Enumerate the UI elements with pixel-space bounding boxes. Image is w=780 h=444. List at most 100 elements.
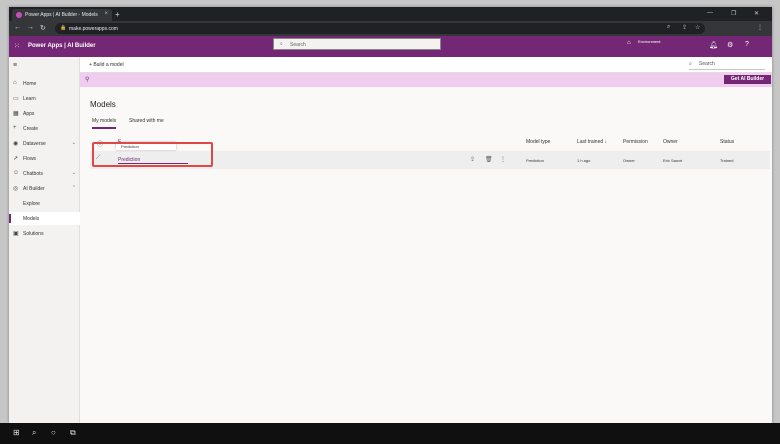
delete-icon[interactable]: 🗑︎ xyxy=(485,156,493,163)
home-icon: ⌂ xyxy=(13,80,17,86)
column-header-model-type[interactable]: Model type xyxy=(526,139,550,145)
cell-model-type: Prediction xyxy=(526,158,544,163)
build-model-label: Build a model xyxy=(93,62,124,68)
column-header-last-trained[interactable]: Last trained ↓ xyxy=(577,139,607,145)
book-icon: ▭ xyxy=(13,96,19,102)
nav-label: Create xyxy=(23,126,39,132)
nav-label: AI Builder xyxy=(23,186,45,192)
chevron-down-icon: ⌄ xyxy=(71,170,76,176)
task-view-icon[interactable]: ⧉ xyxy=(70,428,76,438)
os-taskbar: ⊞ ⌕ ○ ⧉ xyxy=(0,423,780,444)
build-model-button[interactable]: + Build a model xyxy=(89,62,124,68)
chevron-up-icon: ⌃ xyxy=(71,185,76,191)
hamburger-icon[interactable]: ≡ xyxy=(13,62,17,69)
nav-label: Home xyxy=(23,81,37,87)
browser-tab-strip: Power Apps | AI Builder - Models × + — ❐… xyxy=(9,7,772,21)
nav-label: Chatbots xyxy=(23,171,44,177)
cortana-icon[interactable]: ○ xyxy=(51,428,56,437)
chevron-down-icon: ⌄ xyxy=(71,140,76,146)
highlight-box xyxy=(92,142,213,167)
command-bar: + Build a model ⌕ Search xyxy=(80,57,772,73)
nav-item-apps[interactable]: ▦ Apps xyxy=(9,107,80,120)
search-icon[interactable]: ⌕ xyxy=(32,428,36,438)
trial-banner: ⚲ Get AI Builder xyxy=(80,73,772,87)
apps-icon: ▦ xyxy=(13,111,19,117)
lock-icon: 🔒 xyxy=(60,25,67,31)
header-search-placeholder: Search xyxy=(290,42,306,48)
nav-label: Learn xyxy=(23,96,36,102)
ai-icon: ◎ xyxy=(13,186,19,192)
app-brand[interactable]: Power Apps | AI Builder xyxy=(28,43,96,49)
search-icon: ⌕ xyxy=(280,41,283,47)
database-icon: ◉ xyxy=(13,141,19,147)
browser-menu-icon[interactable]: ⋮ xyxy=(757,24,763,31)
nav-item-models[interactable]: Models xyxy=(9,212,80,225)
nav-item-chatbots[interactable]: ☺ Chatbots ⌄ xyxy=(9,167,80,180)
bell-icon[interactable]: 🔔︎ xyxy=(709,41,718,49)
address-url: make.powerapps.com xyxy=(69,26,118,32)
models-search-placeholder: Search xyxy=(699,61,715,67)
tab-shared-with-me[interactable]: Shared with me xyxy=(129,118,164,124)
maximize-icon[interactable]: ❐ xyxy=(731,10,736,17)
nav-item-learn[interactable]: ▭ Learn xyxy=(9,92,80,105)
search-icon: ⌕ xyxy=(689,61,692,67)
cell-last-trained: 1 h ago xyxy=(577,158,591,163)
nav-label: Apps xyxy=(23,111,35,117)
left-nav: ≡ ⌂ Home ▭ Learn ▦ Apps + Create ◉ Datav… xyxy=(9,57,80,423)
environment-icon[interactable]: ⌂ xyxy=(627,40,631,46)
tab-my-models[interactable]: My models xyxy=(92,118,117,129)
gear-icon[interactable]: ⚙ xyxy=(727,41,733,49)
environment-label[interactable]: Environment xyxy=(638,39,660,44)
info-icon: ⚲ xyxy=(85,77,90,83)
search-page-icon[interactable]: ⌕ xyxy=(667,24,670,31)
back-icon[interactable]: ← xyxy=(14,24,21,31)
nav-item-home[interactable]: ⌂ Home xyxy=(9,77,80,90)
close-window-icon[interactable]: ✕ xyxy=(754,10,759,17)
solutions-icon: ▣ xyxy=(13,231,19,237)
cell-permission: Owner xyxy=(623,158,635,163)
share-icon[interactable]: ⇪ xyxy=(470,156,475,163)
address-bar[interactable]: 🔒 make.powerapps.com xyxy=(55,23,705,34)
nav-label: Solutions xyxy=(23,231,44,237)
plus-icon: + xyxy=(13,125,17,131)
nav-label: Dataverse xyxy=(23,141,46,147)
browser-window: Power Apps | AI Builder - Models × + — ❐… xyxy=(9,7,772,423)
column-header-owner[interactable]: Owner xyxy=(663,139,678,145)
forward-icon[interactable]: → xyxy=(27,24,34,31)
cell-owner: Eric Sauvé xyxy=(663,158,683,163)
nav-item-ai-builder[interactable]: ◎ AI Builder ⌃ xyxy=(9,182,80,195)
nav-label: Explore xyxy=(23,201,40,207)
nav-item-flows[interactable]: ↗ Flows xyxy=(9,152,80,165)
app-header: ⁙ Power Apps | AI Builder ⌕ Search ⌂ Env… xyxy=(9,36,772,57)
get-ai-builder-button[interactable]: Get AI Builder xyxy=(724,75,771,84)
models-search-input[interactable]: ⌕ Search xyxy=(689,61,765,70)
page-title: Models xyxy=(90,100,116,109)
cell-status: Trained xyxy=(720,158,734,163)
nav-item-dataverse[interactable]: ◉ Dataverse ⌄ xyxy=(9,137,80,150)
new-tab-button[interactable]: + xyxy=(115,10,120,19)
powerapps-favicon-icon xyxy=(16,12,22,18)
share-icon[interactable]: ⇪ xyxy=(682,24,687,31)
browser-toolbar: ← → ↻ 🔒 make.powerapps.com ⌕ ⇪ ☆ ⋮ xyxy=(9,21,772,36)
minimize-icon[interactable]: — xyxy=(707,10,713,16)
nav-label: Models xyxy=(23,216,40,222)
main-content: Models My models Shared with me ⓘ F Mode… xyxy=(80,87,772,423)
nav-item-explore[interactable]: Explore xyxy=(9,197,80,210)
app-launcher-icon[interactable]: ⁙ xyxy=(14,42,20,50)
header-search-input[interactable]: ⌕ Search xyxy=(273,38,441,50)
more-options-icon[interactable]: ⋮ xyxy=(500,156,506,163)
help-icon[interactable]: ? xyxy=(745,41,749,48)
browser-tab-title: Power Apps | AI Builder - Models xyxy=(25,12,98,18)
bookmark-star-icon[interactable]: ☆ xyxy=(695,24,700,31)
tab-close-icon[interactable]: × xyxy=(104,11,108,17)
chatbot-icon: ☺ xyxy=(13,170,20,176)
nav-label: Flows xyxy=(23,156,37,162)
nav-item-create[interactable]: + Create xyxy=(9,122,80,135)
column-header-status[interactable]: Status xyxy=(720,139,734,145)
windows-start-icon[interactable]: ⊞ xyxy=(13,428,20,437)
column-header-permission[interactable]: Permission xyxy=(623,139,648,145)
flow-icon: ↗ xyxy=(13,156,19,162)
browser-tab[interactable]: Power Apps | AI Builder - Models × xyxy=(12,9,112,21)
reload-icon[interactable]: ↻ xyxy=(40,24,46,32)
nav-item-solutions[interactable]: ▣ Solutions xyxy=(9,227,80,240)
